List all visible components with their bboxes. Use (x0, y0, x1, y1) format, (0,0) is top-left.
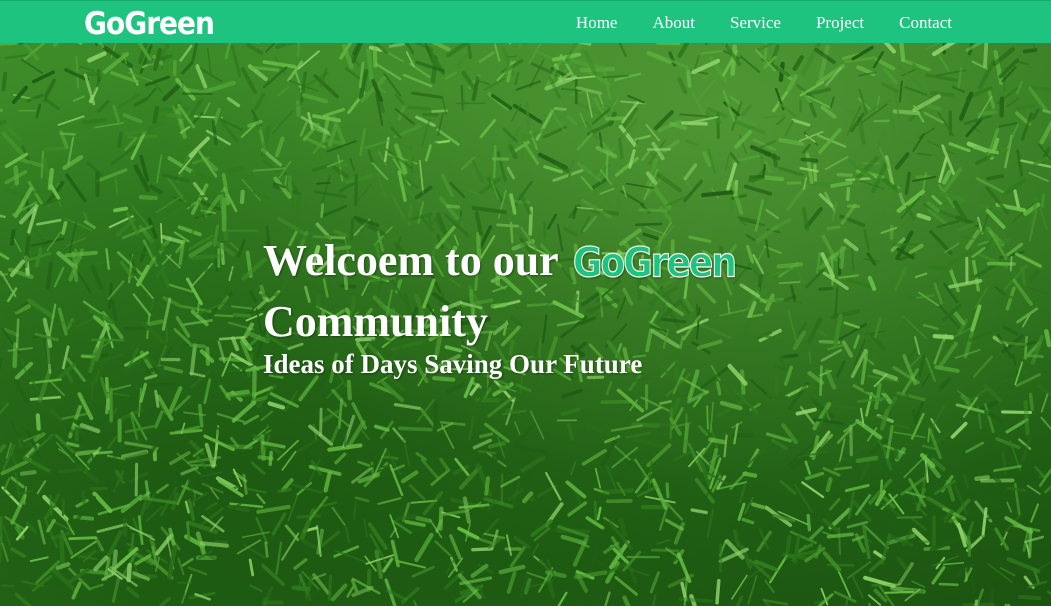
nav-item-contact: Contact (899, 13, 952, 33)
nav-link-project[interactable]: Project (816, 13, 864, 32)
headline-brand-logo: GoGreen (572, 239, 737, 287)
nav-item-home: Home (576, 13, 618, 33)
nav-link-service[interactable]: Service (730, 13, 781, 32)
hero-section: Welcoem to our GoGreen Community Ideas o… (0, 0, 1051, 606)
nav-item-project: Project (816, 13, 864, 33)
site-logo[interactable]: GoGreen (84, 6, 215, 41)
hero-headline: Welcoem to our GoGreen Community (263, 232, 737, 351)
nav-link-about[interactable]: About (652, 13, 695, 32)
nav-item-about: About (652, 13, 695, 33)
headline-prefix: Welcoem to our (263, 236, 558, 285)
nav-link-home[interactable]: Home (576, 13, 618, 32)
top-navbar: GoGreen Home About Service Project Conta… (0, 0, 1051, 43)
headline-suffix: Community (263, 297, 488, 346)
nav-menu: Home About Service Project Contact (576, 1, 952, 44)
nav-item-service: Service (730, 13, 781, 33)
nav-link-contact[interactable]: Contact (899, 13, 952, 32)
hero-subheadline: Ideas of Days Saving Our Future (263, 349, 643, 379)
hero-text: Welcoem to our GoGreen Community Ideas o… (263, 232, 737, 381)
